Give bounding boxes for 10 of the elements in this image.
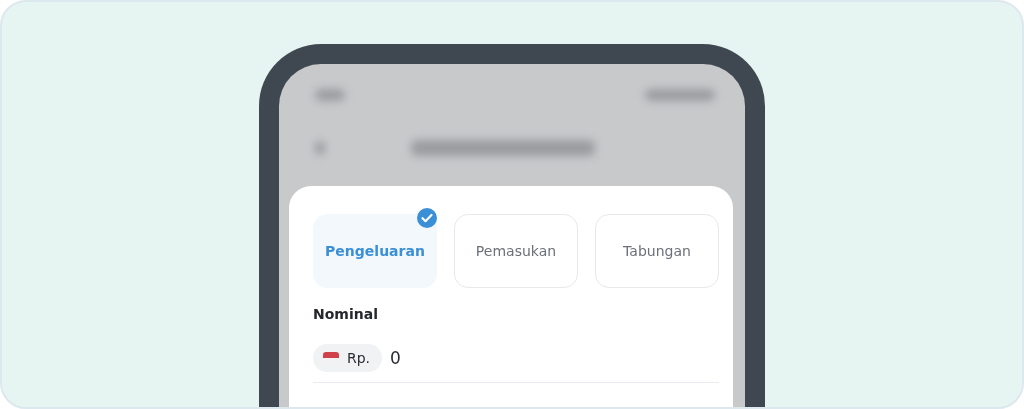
category-tab[interactable]: Pemasukan xyxy=(454,214,578,288)
currency-chip[interactable]: Rp. xyxy=(313,344,383,372)
category-tab[interactable]: Tabungan xyxy=(595,214,719,288)
category-tab[interactable]: Pengeluaran xyxy=(313,214,437,288)
blurred-status-icons xyxy=(645,89,715,101)
blurred-status-time xyxy=(315,89,345,101)
nominal-label: Nominal xyxy=(313,306,378,322)
currency-label: Rp. xyxy=(347,350,371,366)
amount-field[interactable]: 0 xyxy=(390,348,451,368)
check-icon xyxy=(417,208,437,228)
